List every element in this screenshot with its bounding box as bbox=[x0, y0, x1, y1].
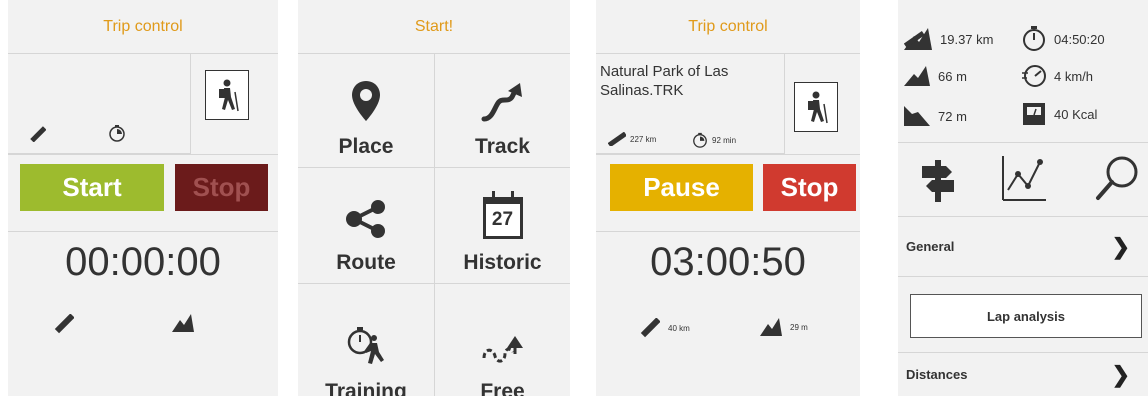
stat-calories: 40 Kcal bbox=[1022, 102, 1097, 126]
stopwatch-runner-icon bbox=[347, 327, 384, 364]
track-info-area: Natural Park of Las Salinas.TRK 227 km 9… bbox=[596, 54, 860, 155]
stat-distance: 19.37 km bbox=[904, 28, 993, 50]
distance-ruler-icon bbox=[30, 126, 47, 147]
tile-historic[interactable]: 27 Historic bbox=[435, 168, 570, 284]
stat-descent: 72 m bbox=[904, 106, 967, 126]
trip-control-active-screen: Trip control Natural Park of Las Salinas… bbox=[596, 0, 860, 396]
start-button[interactable]: Start bbox=[20, 164, 164, 211]
elevation-icon bbox=[172, 314, 194, 337]
divider bbox=[596, 231, 860, 232]
tile-free[interactable]: Free bbox=[435, 284, 570, 396]
scale-icon bbox=[1023, 103, 1045, 125]
tile-place[interactable]: Place bbox=[298, 54, 435, 168]
screen-header: Trip control bbox=[596, 0, 860, 54]
free-path-icon bbox=[482, 336, 523, 363]
distances-row[interactable]: Distances ❯ bbox=[898, 352, 1148, 396]
track-info-box[interactable] bbox=[8, 54, 191, 154]
stat-ascent: 66 m bbox=[904, 66, 967, 86]
distance-ruler-icon bbox=[54, 313, 75, 339]
tile-label: Historic bbox=[463, 251, 542, 274]
trip-control-screen: Trip control Start Stop 00:00:00 bbox=[8, 0, 278, 396]
calendar-day: 27 bbox=[491, 209, 514, 230]
track-duration: 92 min bbox=[692, 132, 736, 148]
screen-header: Start! bbox=[298, 0, 570, 54]
tile-label: Route bbox=[336, 251, 396, 274]
track-name: Natural Park of Las Salinas.TRK bbox=[600, 63, 729, 99]
distance-mountain-icon bbox=[904, 28, 932, 50]
hiker-icon bbox=[808, 91, 828, 124]
chevron-right-icon: ❯ bbox=[1111, 361, 1130, 387]
stop-button[interactable]: Stop bbox=[763, 164, 856, 211]
general-label: General bbox=[906, 239, 955, 254]
start-menu-screen: Start! Place Track Route 27 Historic Tra… bbox=[298, 0, 570, 396]
calendar-icon: 27 bbox=[482, 191, 523, 239]
signpost-icon[interactable] bbox=[916, 158, 960, 207]
track-info-box[interactable]: Natural Park of Las Salinas.TRK 227 km 9… bbox=[596, 54, 785, 154]
trip-stats-screen: 19.37 km 04:50:20 66 m 4 km/h 72 m 40 Kc… bbox=[898, 0, 1148, 396]
tile-label: Training bbox=[325, 380, 407, 396]
ascent-icon bbox=[904, 66, 930, 86]
tile-label: Free bbox=[480, 380, 525, 396]
chevron-right-icon: ❯ bbox=[1111, 233, 1130, 259]
divider bbox=[898, 276, 1148, 277]
distance-ruler-icon bbox=[640, 318, 660, 338]
tile-label: Track bbox=[475, 135, 530, 158]
search-icon[interactable] bbox=[1094, 154, 1142, 209]
screen-header: Trip control bbox=[8, 0, 278, 54]
elapsed-timer: 00:00:00 bbox=[65, 240, 221, 284]
lap-analysis-button[interactable]: Lap analysis bbox=[910, 294, 1142, 338]
place-pin-icon bbox=[352, 81, 380, 121]
track-distance: 227 km bbox=[608, 132, 656, 146]
stopwatch-icon bbox=[108, 124, 126, 147]
route-share-icon bbox=[346, 200, 385, 238]
tile-training[interactable]: Training bbox=[298, 284, 435, 396]
elevation-icon bbox=[760, 318, 782, 336]
elapsed-timer: 03:00:50 bbox=[650, 240, 806, 284]
pause-button[interactable]: Pause bbox=[610, 164, 753, 211]
speed-icon bbox=[1022, 65, 1046, 87]
stopwatch-icon bbox=[693, 132, 707, 148]
general-row[interactable]: General ❯ bbox=[898, 216, 1148, 276]
distance-ruler-icon bbox=[608, 132, 626, 146]
trip-distance: 40 km bbox=[640, 318, 690, 338]
divider bbox=[898, 142, 1148, 143]
hiker-activity-button[interactable] bbox=[794, 82, 838, 132]
stat-time: 04:50:20 bbox=[1022, 26, 1105, 52]
tile-route[interactable]: Route bbox=[298, 168, 435, 284]
hiker-icon bbox=[219, 79, 239, 112]
stopwatch-icon bbox=[1023, 26, 1045, 51]
track-arrow-icon bbox=[481, 83, 522, 122]
descent-icon bbox=[904, 106, 930, 126]
distances-label: Distances bbox=[906, 367, 968, 382]
hiker-activity-button[interactable] bbox=[205, 70, 249, 120]
tile-track[interactable]: Track bbox=[435, 54, 570, 168]
trip-elevation: 29 m bbox=[760, 318, 808, 336]
track-info-area bbox=[8, 54, 278, 155]
divider bbox=[8, 231, 278, 232]
chart-icon[interactable] bbox=[1000, 154, 1048, 209]
tile-label: Place bbox=[338, 135, 394, 158]
stat-speed: 4 km/h bbox=[1022, 64, 1093, 88]
stop-button[interactable]: Stop bbox=[175, 164, 268, 211]
